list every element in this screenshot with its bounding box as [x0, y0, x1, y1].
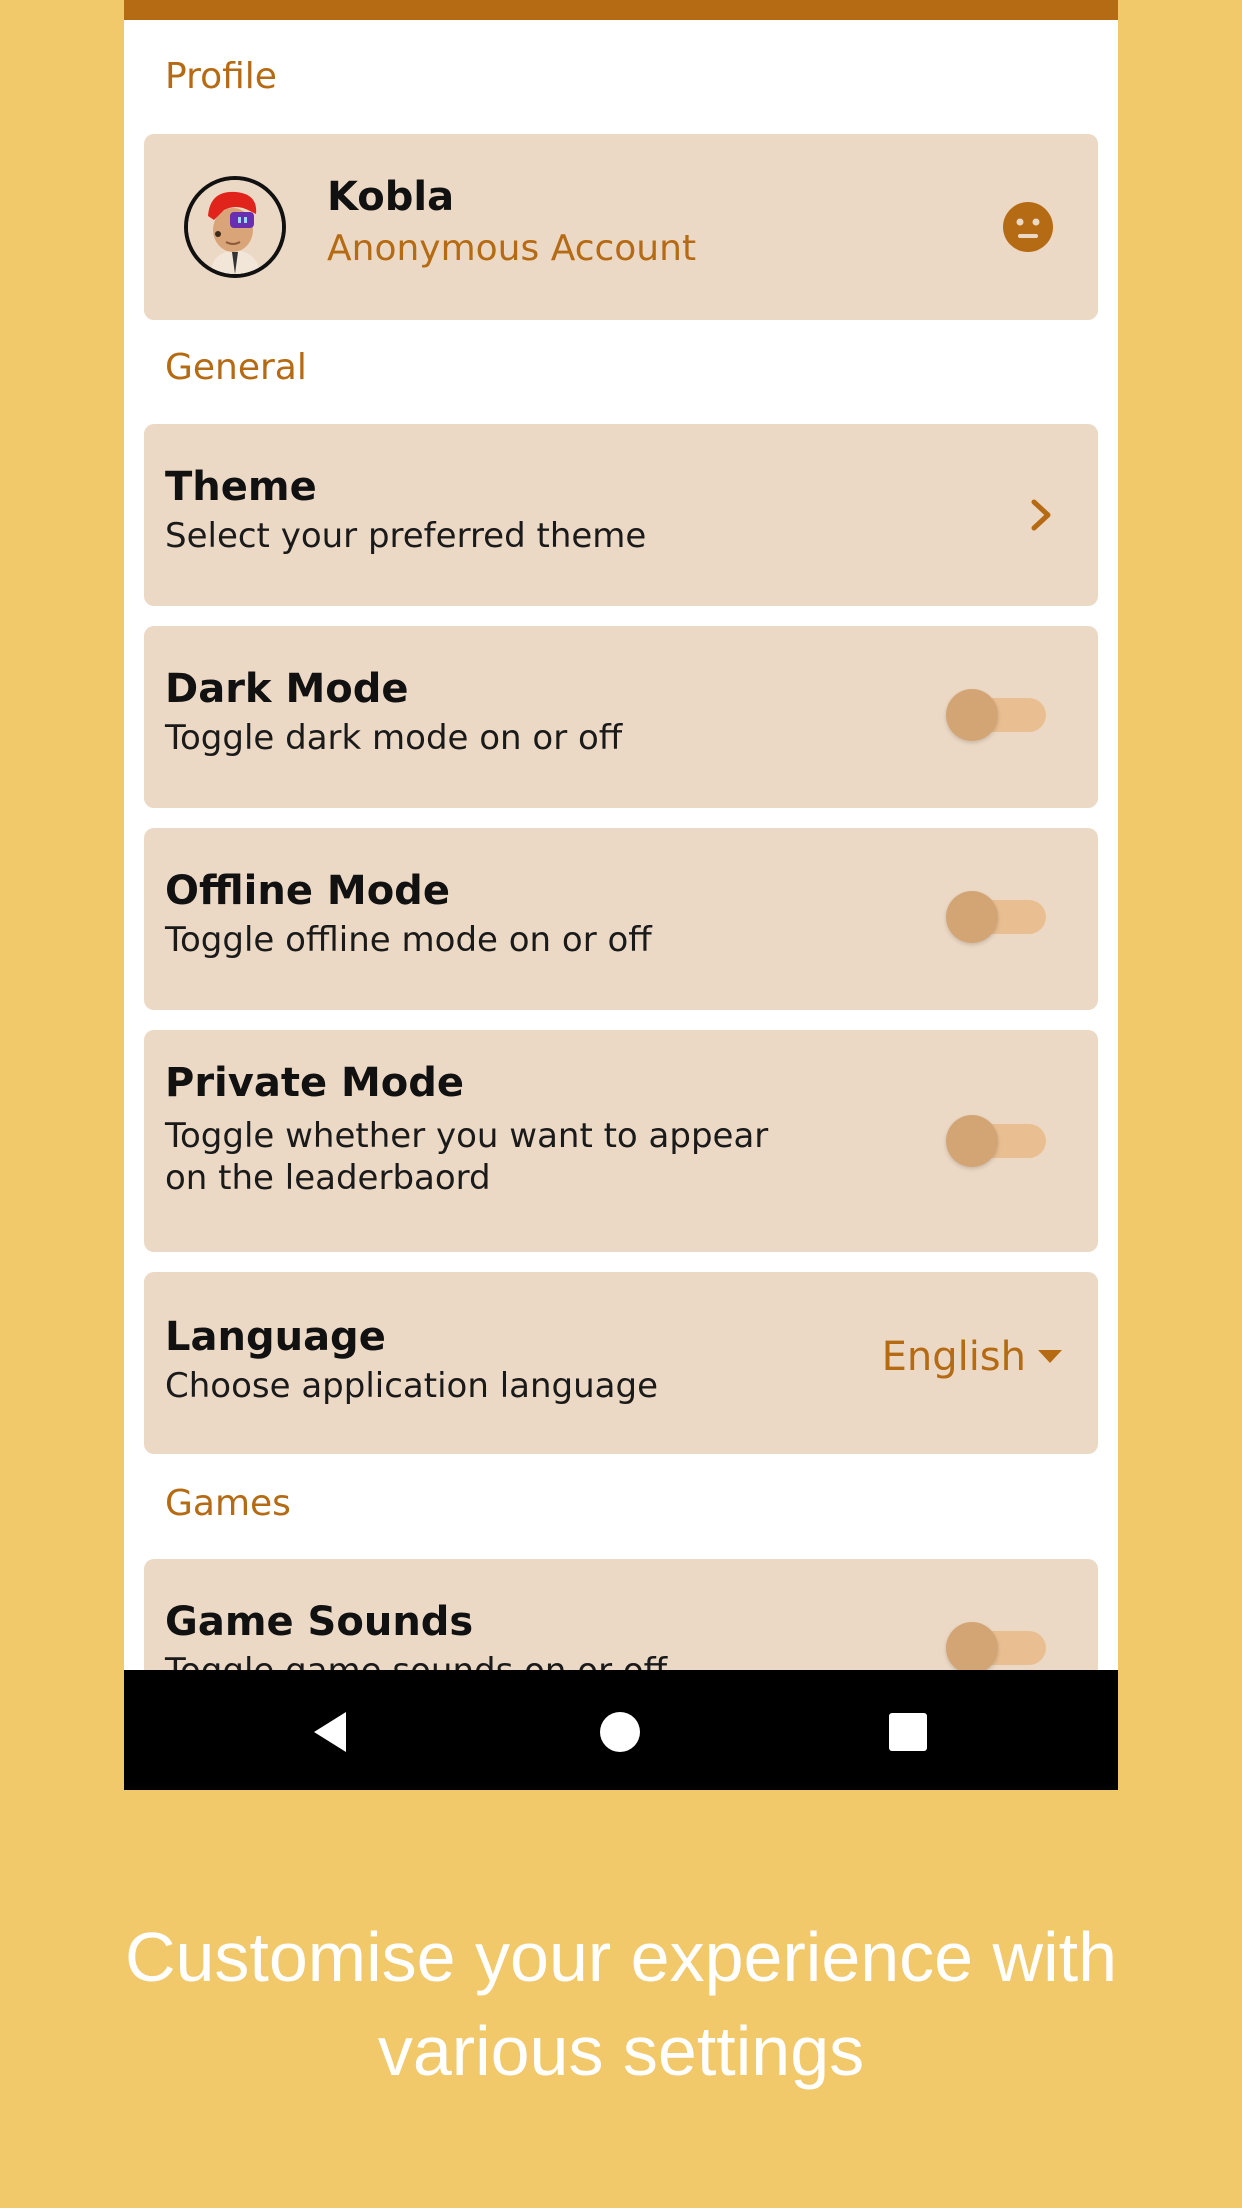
dark-mode-title: Dark Mode — [165, 666, 409, 712]
theme-subtitle: Select your preferred theme — [165, 516, 647, 556]
section-header-profile: Profile — [165, 56, 277, 97]
private-mode-setting[interactable]: Private Mode Toggle whether you want to … — [144, 1030, 1098, 1252]
private-mode-toggle[interactable] — [946, 1115, 1046, 1167]
toggle-thumb — [946, 1115, 998, 1167]
game-sounds-title: Game Sounds — [165, 1599, 474, 1645]
language-selected-value: English — [881, 1334, 1026, 1380]
chevron-right-icon[interactable] — [1024, 494, 1058, 536]
caret-down-icon — [1038, 1350, 1062, 1363]
offline-mode-setting[interactable]: Offline Mode Toggle offline mode on or o… — [144, 828, 1098, 1010]
toggle-thumb — [946, 1622, 998, 1670]
profile-card[interactable]: Kobla Anonymous Account — [144, 134, 1098, 320]
private-mode-title: Private Mode — [165, 1060, 465, 1106]
avatar — [184, 176, 286, 278]
theme-setting[interactable]: Theme Select your preferred theme — [144, 424, 1098, 606]
language-title: Language — [165, 1314, 386, 1360]
settings-screen[interactable]: Profile Kobla Anonymous Account General … — [124, 20, 1118, 1670]
phone-frame: Profile Kobla Anonymous Account General … — [124, 0, 1118, 1790]
recents-icon[interactable] — [886, 1710, 930, 1754]
dark-mode-toggle[interactable] — [946, 689, 1046, 741]
dark-mode-subtitle: Toggle dark mode on or off — [165, 718, 623, 758]
offline-mode-toggle[interactable] — [946, 891, 1046, 943]
avatar-illustration — [188, 180, 282, 274]
profile-account-type: Anonymous Account — [327, 228, 697, 269]
android-nav-bar — [124, 1670, 1118, 1790]
promo-caption-line2: various settings — [377, 2012, 865, 2090]
game-sounds-toggle[interactable] — [946, 1622, 1046, 1670]
offline-mode-subtitle: Toggle offline mode on or off — [165, 920, 652, 960]
status-bar — [124, 0, 1118, 20]
offline-mode-title: Offline Mode — [165, 868, 450, 914]
language-setting[interactable]: Language Choose application language Eng… — [144, 1272, 1098, 1454]
toggle-thumb — [946, 891, 998, 943]
home-icon[interactable] — [598, 1710, 642, 1754]
back-icon[interactable] — [310, 1710, 354, 1754]
promo-caption-line1: Customise your experience with — [124, 1918, 1118, 1996]
language-subtitle: Choose application language — [165, 1366, 658, 1406]
language-dropdown[interactable]: English — [882, 1334, 1062, 1380]
dark-mode-setting[interactable]: Dark Mode Toggle dark mode on or off — [144, 626, 1098, 808]
profile-name: Kobla — [327, 174, 455, 220]
toggle-thumb — [946, 689, 998, 741]
theme-title: Theme — [165, 464, 317, 510]
game-sounds-setting[interactable]: Game Sounds Toggle game sounds on or off — [144, 1559, 1098, 1670]
game-sounds-subtitle: Toggle game sounds on or off — [165, 1649, 667, 1670]
private-mode-subtitle-line2: on the leaderbaord — [165, 1158, 491, 1198]
promo-caption: Customise your experience with various s… — [0, 1910, 1242, 2098]
neutral-face-icon[interactable] — [1002, 201, 1054, 253]
section-header-general: General — [165, 347, 307, 388]
private-mode-subtitle-line1: Toggle whether you want to appear — [165, 1116, 769, 1156]
section-header-games: Games — [165, 1483, 291, 1524]
